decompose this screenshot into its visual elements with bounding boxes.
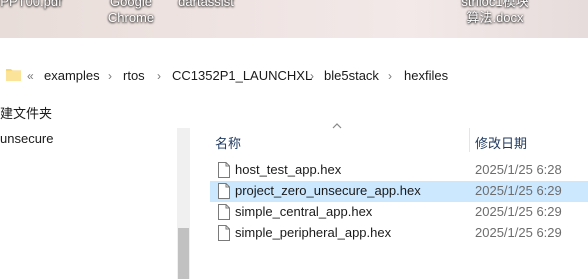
- desktop-icon-label-line: Google: [110, 0, 152, 9]
- nav-item-unsecure[interactable]: unsecure: [0, 131, 53, 146]
- breadcrumb-item[interactable]: hexfiles: [404, 68, 448, 84]
- new-folder-button[interactable]: 建文件夹: [0, 103, 52, 122]
- desktop-icon-label-line: 算法.docx: [466, 10, 524, 25]
- breadcrumb-item[interactable]: examples: [44, 68, 100, 84]
- desktop-icon-label[interactable]: Google Chrome: [96, 0, 166, 26]
- breadcrumb-item[interactable]: CC1352P1_LAUNCHXL: [172, 68, 312, 84]
- file-modified: 2025/1/25 6:29: [475, 204, 562, 219]
- desktop-icon-label-line: strlloc1模块: [461, 0, 529, 9]
- file-row-selected[interactable]: project_zero_unsecure_app.hex 2025/1/25 …: [210, 181, 588, 202]
- folder-icon: [6, 69, 21, 81]
- nav-scrollbar-thumb[interactable]: [178, 228, 189, 279]
- desktop-icon-label[interactable]: dartassist: [166, 0, 246, 10]
- file-icon: [218, 225, 230, 241]
- breadcrumb-item[interactable]: ble5stack: [324, 68, 379, 84]
- sort-ascending-icon: [332, 123, 342, 129]
- chevron-right-icon[interactable]: ›: [388, 68, 392, 84]
- desktop-icon-label[interactable]: strlloc1模块 算法.docx: [440, 0, 550, 26]
- file-modified: 2025/1/25 6:29: [475, 183, 562, 198]
- chevron-right-icon[interactable]: ›: [157, 68, 161, 84]
- desktop-background: PPT00.pdf Google Chrome dartassist strll…: [0, 0, 588, 38]
- file-row[interactable]: simple_peripheral_app.hex 2025/1/25 6:29: [210, 223, 588, 244]
- file-name: host_test_app.hex: [235, 162, 342, 177]
- file-name: simple_central_app.hex: [235, 204, 373, 219]
- file-icon: [218, 204, 230, 220]
- file-icon: [218, 183, 230, 199]
- column-header-name[interactable]: 名称: [215, 133, 241, 152]
- file-row[interactable]: host_test_app.hex 2025/1/25 6:28: [210, 160, 588, 181]
- file-modified: 2025/1/25 6:29: [475, 225, 562, 240]
- breadcrumb-item[interactable]: rtos: [123, 68, 145, 84]
- file-modified: 2025/1/25 6:28: [475, 162, 562, 177]
- desktop-icon-label-line: Chrome: [107, 10, 155, 25]
- file-icon: [218, 162, 230, 178]
- breadcrumb-overflow-icon[interactable]: «: [27, 68, 34, 84]
- desktop-icon-label[interactable]: PPT00.pdf: [0, 0, 76, 10]
- file-row[interactable]: simple_central_app.hex 2025/1/25 6:29: [210, 202, 588, 223]
- file-name: simple_peripheral_app.hex: [235, 225, 392, 240]
- file-name: project_zero_unsecure_app.hex: [235, 183, 421, 198]
- column-divider[interactable]: [469, 128, 470, 152]
- column-header-modified[interactable]: 修改日期: [475, 133, 527, 152]
- chevron-right-icon[interactable]: ›: [310, 68, 314, 84]
- chevron-right-icon[interactable]: ›: [108, 68, 112, 84]
